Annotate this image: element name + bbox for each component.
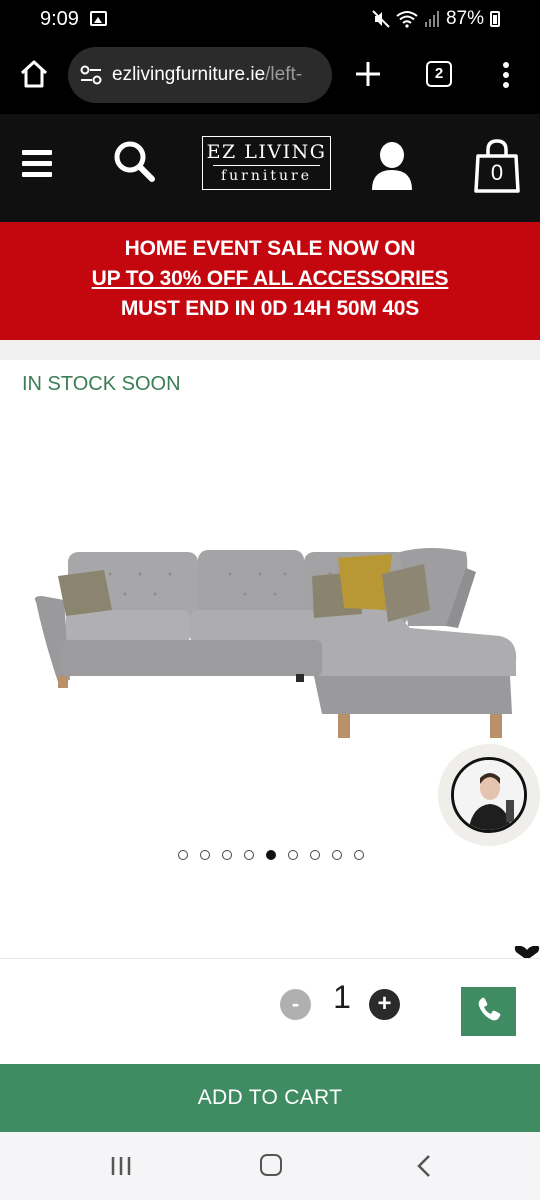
home-icon[interactable] <box>18 58 50 90</box>
carousel-dot[interactable] <box>200 850 210 860</box>
promo-headline: HOME EVENT SALE NOW ON <box>124 237 416 260</box>
site-logo[interactable]: EZ LIVING furniture <box>202 136 331 190</box>
carousel-dot[interactable] <box>244 850 254 860</box>
url-domain: ezlivingfurniture.ie <box>112 64 266 85</box>
logo-title: EZ LIVING <box>206 141 327 163</box>
address-bar[interactable]: ezlivingfurniture.ie/left- <box>68 47 332 103</box>
account-icon[interactable] <box>370 140 414 192</box>
divider-strip <box>0 340 540 360</box>
add-to-cart-button[interactable]: ADD TO CART <box>0 1064 540 1132</box>
promo-link[interactable]: UP TO 30% OFF ALL ACCESSORIES <box>0 264 540 294</box>
cart-count: 0 <box>490 160 504 185</box>
status-time: 9:09 <box>40 8 79 30</box>
stock-status: IN STOCK SOON <box>22 373 181 395</box>
quantity-value: 1 <box>333 979 351 1015</box>
search-icon[interactable] <box>111 138 157 184</box>
url-text: ezlivingfurniture.ie/left- <box>112 64 324 86</box>
logo-subtitle: furniture <box>220 168 312 184</box>
product-image[interactable] <box>30 540 520 750</box>
call-button[interactable] <box>461 987 516 1036</box>
promo-countdown: MUST END IN 0D 14H 50M 40S <box>120 297 420 320</box>
recents-icon[interactable] <box>110 1155 132 1177</box>
url-path: /left- <box>265 64 303 85</box>
wifi-icon <box>396 11 418 28</box>
carousel-dots <box>178 850 364 860</box>
status-bar: 9:09 87% <box>0 0 540 40</box>
tab-switcher-button[interactable]: 2 <box>426 61 452 87</box>
site-settings-icon[interactable] <box>80 65 102 85</box>
battery-percent: 87% <box>445 8 484 29</box>
more-options-icon[interactable] <box>500 60 512 90</box>
mute-icon <box>372 10 390 28</box>
quantity-decrease-button[interactable]: - <box>280 989 311 1020</box>
promo-banner: HOME EVENT SALE NOW ON UP TO 30% OFF ALL… <box>0 222 540 340</box>
carousel-dot[interactable] <box>354 850 364 860</box>
phone-icon <box>478 997 501 1021</box>
battery-icon <box>490 11 500 27</box>
system-nav-bar <box>0 1132 540 1200</box>
agent-photo <box>451 757 527 833</box>
carousel-dot[interactable] <box>222 850 232 860</box>
new-tab-icon[interactable] <box>354 60 382 88</box>
home-nav-icon[interactable] <box>260 1154 282 1176</box>
browser-toolbar: ezlivingfurniture.ie/left- 2 <box>0 40 540 114</box>
carousel-dot-active[interactable] <box>266 850 276 860</box>
status-icons: 87% <box>372 8 500 30</box>
gallery-icon <box>90 11 107 26</box>
signal-icon <box>424 11 439 27</box>
logo-divider <box>213 165 320 166</box>
quantity-bar: - 1 + <box>0 958 540 1064</box>
carousel-dot[interactable] <box>310 850 320 860</box>
carousel-dot[interactable] <box>288 850 298 860</box>
agent-icon <box>454 760 524 830</box>
carousel-dot[interactable] <box>178 850 188 860</box>
carousel-dot[interactable] <box>332 850 342 860</box>
site-header: EZ LIVING furniture 0 <box>0 114 540 222</box>
hamburger-menu-icon[interactable] <box>22 150 52 178</box>
quantity-increase-button[interactable]: + <box>369 989 400 1020</box>
cart-button[interactable]: 0 <box>474 138 520 194</box>
live-chat-avatar[interactable] <box>438 744 540 846</box>
back-icon[interactable] <box>416 1154 432 1178</box>
